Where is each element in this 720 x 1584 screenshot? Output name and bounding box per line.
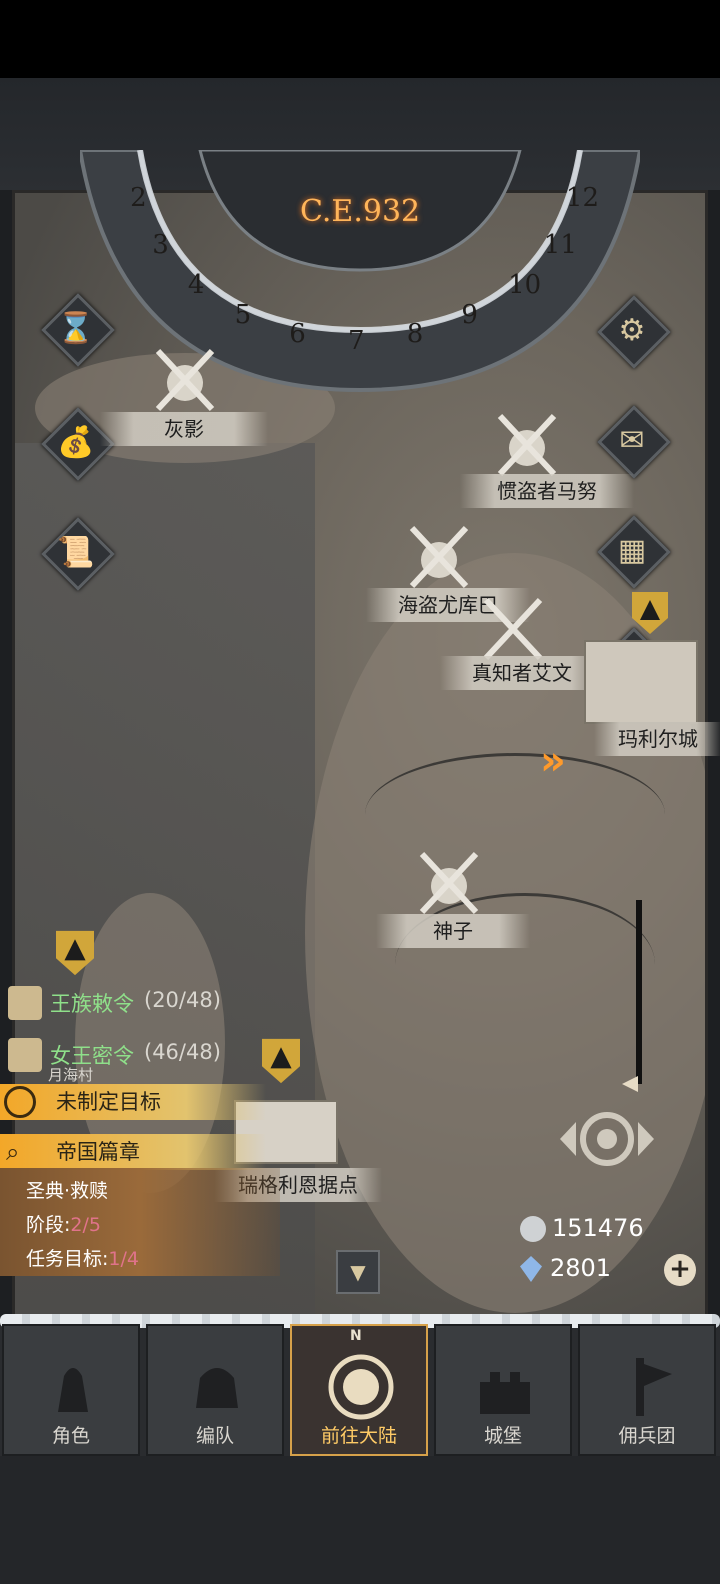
scroll-icon (8, 1038, 42, 1072)
scroll-icon: 📜 (57, 534, 95, 570)
scroll-button[interactable]: 📜 (41, 517, 115, 591)
map-label-huiying[interactable]: 灰影 (100, 412, 268, 446)
grid-icon: ▦ (617, 532, 647, 568)
helmet-icon (196, 1368, 238, 1408)
target-banner[interactable]: 未制定目标 (0, 1084, 266, 1120)
double-chevron-icon[interactable]: » (540, 738, 566, 784)
castle-mali-icon[interactable] (584, 640, 698, 724)
banner-icon (636, 1358, 672, 1416)
map-label-zhenzhi[interactable]: 真知者艾文 (440, 656, 604, 690)
dial-month-6: 6 (289, 319, 306, 350)
stage-value: 2/5 (70, 1214, 101, 1236)
silver-currency: 151476 (520, 1214, 644, 1242)
add-gems-button[interactable]: + (664, 1254, 696, 1286)
locate-button[interactable] (552, 1104, 662, 1174)
dial-month-8: 8 (406, 319, 424, 350)
target-text: 未制定目标 (56, 1090, 161, 1114)
quest-royal-progress: (20/48) (144, 988, 221, 1012)
footer-bar (0, 1456, 720, 1584)
dial-month-3: 3 (152, 229, 169, 260)
stage-row: 阶段:2/5 (26, 1210, 101, 1237)
river (365, 753, 665, 876)
faction-shield-icon (262, 1038, 300, 1084)
nav-label: 角色 (51, 1425, 90, 1447)
crossed-swords-icon[interactable] (478, 594, 548, 664)
target-icon (4, 1086, 36, 1118)
gear-icon: ⚙ (618, 312, 646, 348)
quest-queen-progress: (46/48) (144, 1040, 221, 1064)
goal-label: 任务目标: (26, 1248, 109, 1270)
goal-row: 任务目标:1/4 (26, 1244, 139, 1271)
map-label-mali[interactable]: 玛利尔城 (594, 722, 720, 756)
dial-month-9: 9 (461, 300, 478, 331)
mail-icon: ✉ (619, 422, 645, 458)
era-title: C.E.932 (300, 194, 421, 229)
collapse-button[interactable]: ▼ (336, 1250, 380, 1294)
map-label-shenzi[interactable]: 神子 (376, 914, 530, 948)
nav-tab-formation[interactable]: 编队 (146, 1324, 284, 1456)
task-title: 圣典·救赎 (26, 1180, 109, 1202)
knight-icon (58, 1368, 88, 1412)
nav-tab-mercenary[interactable]: 佣兵团 (578, 1324, 716, 1456)
crossed-swords-icon[interactable] (414, 848, 484, 918)
silver-amount: 151476 (552, 1214, 644, 1242)
map-label-guandao[interactable]: 惯盗者马努 (460, 474, 634, 508)
gem-icon (520, 1256, 542, 1282)
dial-month-12: 12 (565, 183, 600, 214)
money-bag-button[interactable]: 💰 (41, 407, 115, 481)
nav-label: 编队 (195, 1425, 234, 1447)
stage-label: 阶段: (26, 1214, 71, 1236)
quest-royal-name: 王族敕令 (50, 992, 134, 1016)
silver-coin-icon (520, 1216, 546, 1242)
compass-north-label: N (350, 1328, 362, 1344)
search-icon: ⌕ (6, 1138, 20, 1166)
hourglass-icon: ⌛ (57, 310, 95, 346)
crossed-swords-icon[interactable] (404, 522, 474, 592)
crosshair-icon (560, 1112, 654, 1166)
dial-month-2: 2 (130, 183, 147, 214)
mail-button[interactable]: ✉ (597, 405, 671, 479)
faction-shield-icon (632, 592, 668, 634)
nav-label: 佣兵团 (618, 1425, 676, 1447)
gem-amount: 2801 (550, 1254, 612, 1282)
scroll-icon (8, 986, 42, 1020)
hourglass-button[interactable]: ⌛ (41, 293, 115, 367)
goal-value: 1/4 (108, 1248, 139, 1270)
dial-month-5: 5 (234, 300, 252, 331)
compass-icon (328, 1354, 394, 1420)
nav-tab-continent[interactable]: N 前往大陆 (290, 1324, 428, 1456)
nav-label: 前往大陆 (320, 1425, 397, 1447)
settings-button[interactable]: ⚙ (597, 295, 671, 369)
zoom-slider[interactable] (636, 900, 642, 1084)
dial-month-10: 10 (508, 269, 542, 300)
dial-month-4: 4 (187, 269, 205, 300)
nav-tab-character[interactable]: 角色 (2, 1324, 140, 1456)
dial-month-7: 7 (348, 326, 365, 356)
map-label-yuehai: 月海村 (48, 1066, 94, 1084)
crossed-swords-icon[interactable] (492, 410, 562, 480)
crossed-swords-icon[interactable] (150, 345, 220, 415)
money-bag-icon: 💰 (57, 424, 95, 460)
nav-tab-castle[interactable]: 城堡 (434, 1324, 572, 1456)
chapter-text: 帝国篇章 (56, 1140, 140, 1164)
faction-shield-icon (56, 930, 94, 976)
chapter-banner[interactable]: 帝国篇章 (0, 1134, 266, 1170)
dial-month-11: 11 (543, 229, 577, 260)
grid-button[interactable]: ▦ (597, 515, 671, 589)
top-bar (0, 0, 720, 78)
gem-currency: 2801 (520, 1254, 611, 1282)
nav-label: 城堡 (483, 1425, 522, 1447)
chevron-down-icon: ▼ (350, 1260, 366, 1284)
castle-icon (480, 1372, 530, 1414)
